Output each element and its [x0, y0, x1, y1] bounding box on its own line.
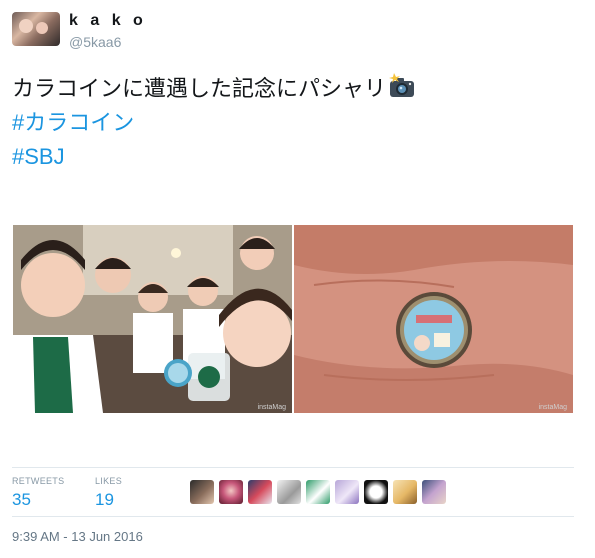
tweet-body: カラコインに遭遇した記念にパシャリ — [12, 76, 387, 101]
retweet-count[interactable]: RETWEETS 35 — [12, 476, 64, 510]
tweet-timestamp[interactable]: 9:39 AM - 13 Jun 2016 — [12, 529, 143, 544]
hashtag-link[interactable]: #カラコイン — [12, 106, 572, 140]
liker-avatar-icon[interactable] — [306, 480, 330, 504]
liker-avatar-icon[interactable] — [277, 480, 301, 504]
likes-label: LIKES — [95, 476, 123, 486]
user-handle[interactable]: @5kaa6 — [69, 34, 121, 50]
retweets-value: 35 — [12, 490, 31, 509]
liker-avatar-icon[interactable] — [364, 480, 388, 504]
photo-watermark: instaMag — [257, 404, 286, 411]
photo-watermark: instaMag — [538, 404, 567, 411]
camera-flash-icon — [389, 73, 415, 97]
tweet-stats: RETWEETS 35 LIKES 19 — [12, 467, 574, 517]
likes-value: 19 — [95, 490, 114, 509]
liker-avatar-icon[interactable] — [335, 480, 359, 504]
liker-avatar-icon[interactable] — [248, 480, 272, 504]
liker-avatar-icon[interactable] — [219, 480, 243, 504]
tweet-text: カラコインに遭遇した記念にパシャリ #カラコイン #SBJ — [12, 72, 572, 174]
retweets-label: RETWEETS — [12, 476, 65, 486]
photo-group-selfie[interactable]: instaMag — [13, 225, 292, 413]
photo-coin-in-hand[interactable]: instaMag — [294, 225, 573, 413]
liker-avatar-icon[interactable] — [422, 480, 446, 504]
user-display-name[interactable]: k a k o — [69, 12, 147, 30]
hashtag-link[interactable]: #SBJ — [12, 140, 572, 174]
coin-in-hand-image — [294, 225, 573, 413]
user-avatar[interactable] — [12, 12, 60, 46]
tweet-media: instaMag instaMag — [13, 225, 573, 413]
like-count[interactable]: LIKES 19 — [95, 476, 122, 510]
tweet-text-line: カラコインに遭遇した記念にパシャリ — [12, 72, 572, 106]
liker-avatar-icon[interactable] — [393, 480, 417, 504]
liker-avatar-icon[interactable] — [190, 480, 214, 504]
group-selfie-image — [13, 225, 292, 413]
tweet-header: k a k o @5kaa6 — [12, 12, 572, 52]
